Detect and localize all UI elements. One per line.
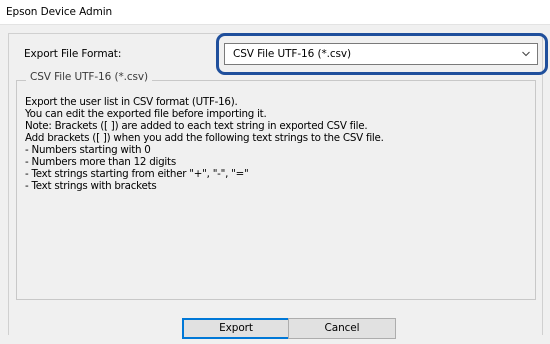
export-format-select[interactable]: CSV File UTF-16 (*.csv) (224, 43, 538, 65)
export-format-label: Export File Format: (24, 48, 122, 60)
export-button[interactable]: Export (182, 318, 290, 339)
description-line: - Numbers starting with 0 (25, 144, 151, 156)
description-line: - Numbers more than 12 digits (25, 156, 176, 168)
description-line: Export the user list in CSV format (UTF-… (25, 96, 238, 108)
description-line: You can edit the exported file before im… (25, 108, 267, 120)
window-title: Epson Device Admin (6, 6, 113, 18)
description-line: Add brackets ([ ]) when you add the foll… (25, 132, 384, 144)
description-line: Note: Brackets ([ ]) are added to each t… (25, 120, 368, 132)
export-format-selected-value: CSV File UTF-16 (*.csv) (233, 48, 351, 60)
title-bar[interactable]: Epson Device Admin (0, 0, 550, 25)
description-group-legend: CSV File UTF-16 (*.csv) (26, 71, 152, 83)
cancel-button[interactable]: Cancel (288, 318, 396, 339)
dialog-window: Epson Device Admin Export File Format: C… (0, 0, 550, 344)
chevron-down-icon[interactable] (521, 47, 531, 61)
description-line: - Text strings with brackets (25, 180, 157, 192)
description-line: - Text strings starting from either "+",… (25, 168, 249, 180)
